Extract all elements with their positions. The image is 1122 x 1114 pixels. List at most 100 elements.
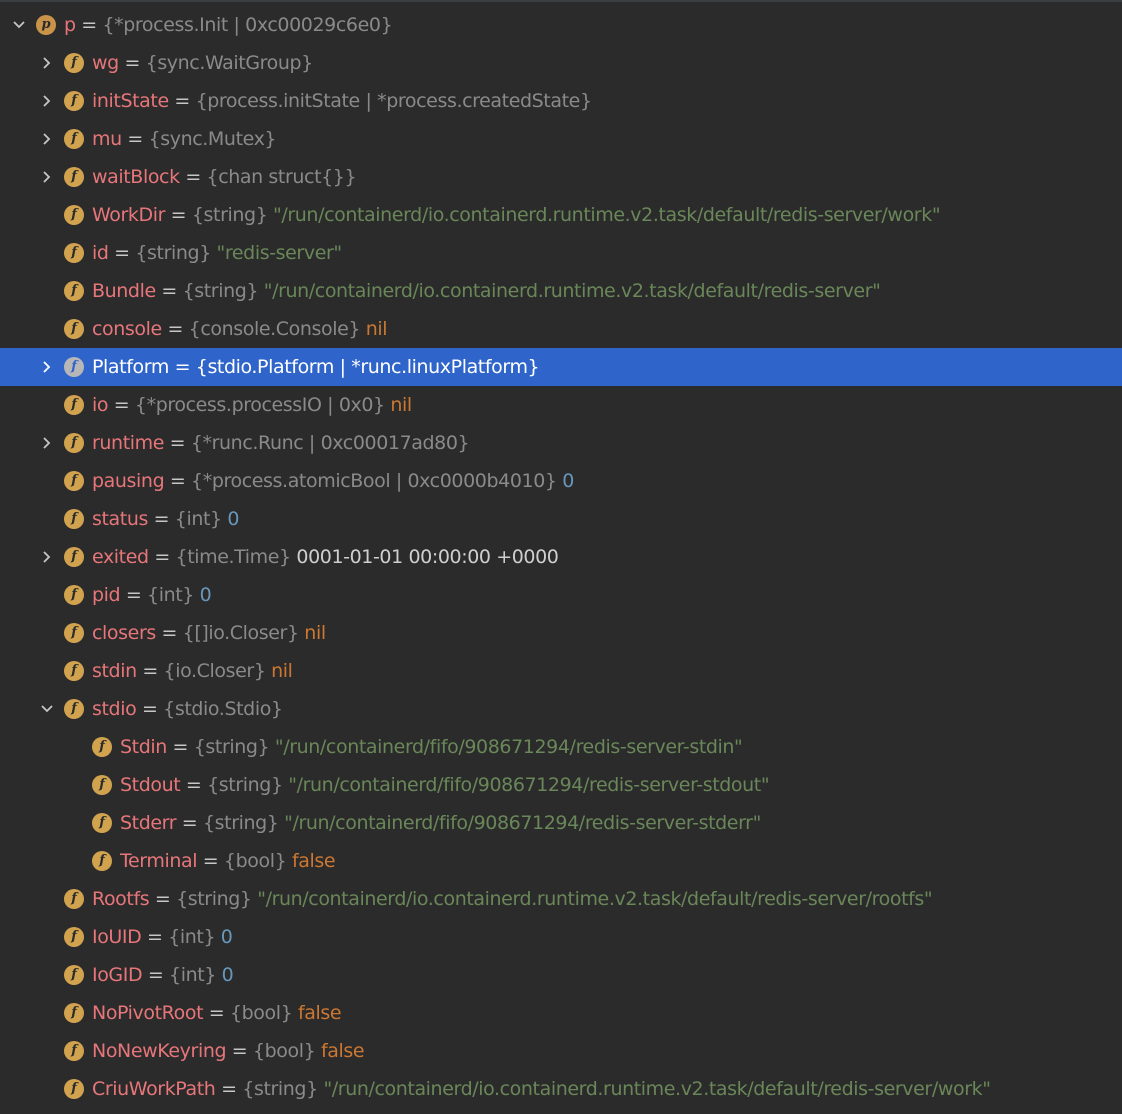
chevron-right-icon[interactable]	[34, 348, 58, 386]
variable-type: {bool}	[229, 1002, 293, 1024]
variable-text: exited = {time.Time} 0001-01-01 00:00:00…	[92, 538, 559, 576]
field-icon: f	[64, 889, 84, 909]
variable-text: Rootfs = {string} "/run/containerd/io.co…	[92, 880, 933, 918]
variable-row-exited[interactable]: f exited = {time.Time} 0001-01-01 00:00:0…	[0, 538, 1122, 576]
variable-row-id[interactable]: f id = {string} "redis-server"	[0, 234, 1122, 272]
variable-text: pid = {int} 0	[92, 576, 212, 614]
field-icon: f	[64, 699, 84, 719]
variable-row-NoPivotRoot[interactable]: f NoPivotRoot = {bool} false	[0, 994, 1122, 1032]
variable-row-IoGID[interactable]: f IoGID = {int} 0	[0, 956, 1122, 994]
variable-value: nil	[271, 660, 293, 682]
variable-row-pid[interactable]: f pid = {int} 0	[0, 576, 1122, 614]
variable-name: WorkDir	[92, 204, 166, 226]
field-icon: f	[64, 623, 84, 643]
field-icon: f	[92, 851, 112, 871]
chevron-right-icon[interactable]	[34, 538, 58, 576]
variable-name: waitBlock	[92, 166, 180, 188]
variable-name: id	[92, 242, 109, 264]
variable-value: false	[297, 1002, 342, 1024]
variable-row-closers[interactable]: f closers = {[]io.Closer} nil	[0, 614, 1122, 652]
variable-row-NoNewKeyring[interactable]: f NoNewKeyring = {bool} false	[0, 1032, 1122, 1070]
variable-text: pausing = {*process.atomicBool | 0xc0000…	[92, 462, 574, 500]
variable-row-initState[interactable]: f initState = {process.initState | *proce…	[0, 82, 1122, 120]
variable-row-stdio[interactable]: f stdio = {stdio.Stdio}	[0, 690, 1122, 728]
field-icon: f	[92, 775, 112, 795]
variable-name: exited	[92, 546, 149, 568]
variable-type: {[]io.Closer}	[182, 622, 299, 644]
variable-text: WorkDir = {string} "/run/containerd/io.c…	[92, 196, 941, 234]
variable-text: wg = {sync.WaitGroup}	[92, 44, 313, 82]
chevron-right-icon[interactable]	[34, 424, 58, 462]
variable-text: id = {string} "redis-server"	[92, 234, 342, 272]
chevron-down-icon[interactable]	[6, 6, 30, 44]
variable-row-io[interactable]: f io = {*process.processIO | 0x0} nil	[0, 386, 1122, 424]
variable-row-waitBlock[interactable]: f waitBlock = {chan struct{}}	[0, 158, 1122, 196]
variable-name: wg	[92, 52, 119, 74]
debugger-variables-tree[interactable]: pp = {*process.Init | 0xc00029c6e0} f wg =…	[0, 0, 1122, 1114]
variable-row-runtime[interactable]: f runtime = {*runc.Runc | 0xc00017ad80}	[0, 424, 1122, 462]
variable-row-Bundle[interactable]: f Bundle = {string} "/run/containerd/io.c…	[0, 272, 1122, 310]
parameter-icon: p	[36, 15, 56, 35]
equals-sign: =	[142, 964, 169, 986]
chevron-right-icon[interactable]	[34, 44, 58, 82]
variable-value: nil	[390, 394, 412, 416]
chevron-right-icon[interactable]	[34, 158, 58, 196]
variable-row-Stdout[interactable]: f Stdout = {string} "/run/containerd/fifo…	[0, 766, 1122, 804]
variable-row-mu[interactable]: f mu = {sync.Mutex}	[0, 120, 1122, 158]
equals-sign: =	[147, 508, 175, 530]
variable-row-Stdin[interactable]: f Stdin = {string} "/run/containerd/fifo/…	[0, 728, 1122, 766]
variable-row-IoUID[interactable]: f IoUID = {int} 0	[0, 918, 1122, 956]
variable-value: "/run/containerd/fifo/908671294/redis-se…	[284, 812, 761, 834]
field-icon: f	[64, 547, 84, 567]
variable-name: CriuWorkPath	[92, 1078, 216, 1100]
equals-sign: =	[148, 546, 176, 568]
variable-name: Stderr	[120, 812, 177, 834]
variable-row-Rootfs[interactable]: f Rootfs = {string} "/run/containerd/io.c…	[0, 880, 1122, 918]
variable-row-Platform[interactable]: f Platform = {stdio.Platform | *runc.linu…	[0, 348, 1122, 386]
chevron-down-icon[interactable]	[34, 690, 58, 728]
variable-text: p = {*process.Init | 0xc00029c6e0}	[64, 6, 393, 44]
variable-row-CriuWorkPath[interactable]: f CriuWorkPath = {string} "/run/container…	[0, 1070, 1122, 1108]
chevron-right-icon[interactable]	[34, 82, 58, 120]
variable-text: Terminal = {bool} false	[120, 842, 336, 880]
variable-row-wg[interactable]: f wg = {sync.WaitGroup}	[0, 44, 1122, 82]
variable-row-status[interactable]: f status = {int} 0	[0, 500, 1122, 538]
variable-name: stdin	[92, 660, 137, 682]
variable-value: "/run/containerd/fifo/908671294/redis-se…	[288, 774, 770, 796]
variable-type: {*process.atomicBool | 0xc0000b4010}	[191, 470, 557, 492]
variable-type: {string}	[242, 1078, 318, 1100]
field-icon: f	[64, 319, 84, 339]
variable-row-Stderr[interactable]: f Stderr = {string} "/run/containerd/fifo…	[0, 804, 1122, 842]
variable-type: {int}	[174, 508, 222, 530]
variable-type: {sync.WaitGroup}	[145, 52, 314, 74]
chevron-right-icon[interactable]	[34, 120, 58, 158]
variable-value: false	[291, 850, 336, 872]
equals-sign: =	[141, 926, 169, 948]
variable-text: io = {*process.processIO | 0x0} nil	[92, 386, 412, 424]
variable-value: "/run/containerd/io.containerd.runtime.v…	[263, 280, 881, 302]
field-icon: f	[64, 661, 84, 681]
variable-row-p[interactable]: pp = {*process.Init | 0xc00029c6e0}	[0, 6, 1122, 44]
variable-name: IoUID	[92, 926, 142, 948]
equals-sign: =	[75, 14, 103, 36]
variable-name: Bundle	[92, 280, 156, 302]
variable-type: {string}	[176, 888, 252, 910]
variable-row-console[interactable]: f console = {console.Console} nil	[0, 310, 1122, 348]
variable-value: nil	[304, 622, 326, 644]
variable-name: p	[64, 14, 76, 36]
variable-type: {*runc.Runc | 0xc00017ad80}	[190, 432, 470, 454]
field-icon: f	[92, 737, 112, 757]
variable-value: 0	[221, 964, 234, 986]
variable-row-stdin[interactable]: f stdin = {io.Closer} nil	[0, 652, 1122, 690]
field-icon: f	[64, 927, 84, 947]
variable-row-pausing[interactable]: f pausing = {*process.atomicBool | 0xc000…	[0, 462, 1122, 500]
variable-type: {bool}	[252, 1040, 316, 1062]
field-icon: f	[64, 1041, 84, 1061]
variable-type: {int}	[168, 926, 216, 948]
variable-row-WorkDir[interactable]: f WorkDir = {string} "/run/containerd/io.…	[0, 196, 1122, 234]
variable-name: stdio	[92, 698, 137, 720]
variable-row-Terminal[interactable]: f Terminal = {bool} false	[0, 842, 1122, 880]
variable-text: initState = {process.initState | *proces…	[92, 82, 592, 120]
variable-name: io	[92, 394, 109, 416]
variable-name: NoNewKeyring	[92, 1040, 227, 1062]
